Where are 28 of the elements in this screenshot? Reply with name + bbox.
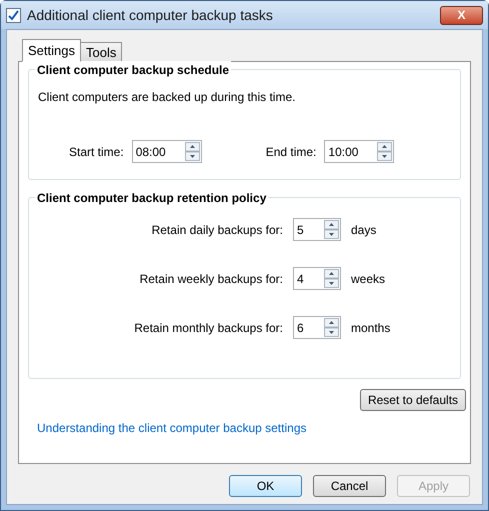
spin-arrows-icon[interactable] [184,142,200,161]
number-spin-box[interactable]: 4 [293,267,341,290]
field-label: Start time: [69,144,124,160]
number-spin-box[interactable]: 6 [293,316,341,339]
number-spin-box[interactable]: 5 [293,218,341,241]
reset-button[interactable]: Reset to defaults [360,389,466,411]
spin-arrows-icon[interactable] [324,318,339,337]
dialog-button[interactable]: Cancel [313,475,386,497]
spin-arrows-icon[interactable] [324,269,339,288]
checkmark-icon [6,8,21,22]
dialog-button[interactable]: OK [229,475,302,497]
time-spin-box[interactable]: 08:00 [132,140,202,163]
help-link[interactable]: Understanding the client computer backup settings [37,419,306,437]
description-text: Client computers are backed up during this time. [38,89,296,106]
group-heading: Client computer backup schedule [35,61,232,79]
field-label: Retain weekly backups for: [138,270,284,288]
unit-label: weeks [351,270,386,288]
window-title: Additional client computer backup tasks [27,6,273,25]
unit-label: months [351,320,390,336]
time-spin-box[interactable]: 10:00 [324,140,394,163]
tab[interactable]: Settings [22,39,81,62]
spin-arrows-icon[interactable] [377,142,392,161]
field-label: Retain daily backups for: [150,222,284,238]
spin-arrows-icon[interactable] [324,220,339,239]
tab[interactable]: Tools [80,42,122,62]
field-label: Retain monthly backups for: [133,320,284,336]
field-label: End time: [266,144,316,160]
unit-label: days [351,222,376,238]
